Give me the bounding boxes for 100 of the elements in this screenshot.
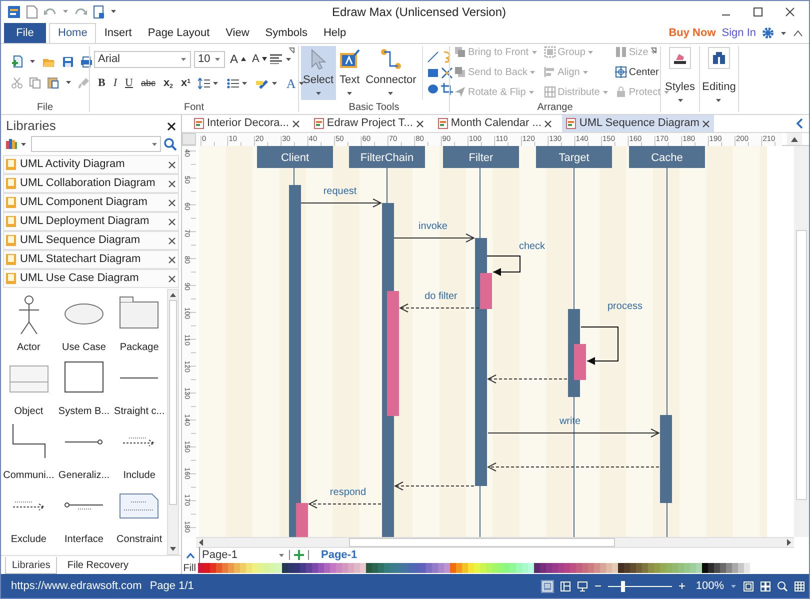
font-color-button[interactable]: A: [286, 74, 296, 94]
close-icon[interactable]: [544, 120, 552, 128]
scroll-up-icon[interactable]: [790, 136, 799, 142]
ribbon-tab[interactable]: Help: [315, 23, 354, 43]
editing-button[interactable]: Editing: [702, 79, 736, 102]
shrink-font-button[interactable]: A: [252, 54, 260, 65]
shape-item[interactable]: Constraint: [116, 532, 162, 547]
shape-item[interactable]: Include: [123, 468, 156, 483]
library-item[interactable]: UML Collaboration Diagram: [3, 174, 179, 193]
zoom-in-icon[interactable]: [678, 582, 686, 590]
close-icon[interactable]: [168, 180, 176, 188]
shape-item[interactable]: Actor: [16, 340, 40, 355]
bullets-icon[interactable]: [227, 78, 240, 89]
caret-icon[interactable]: [298, 81, 305, 86]
caret-icon[interactable]: [780, 30, 787, 36]
caret-icon[interactable]: [271, 81, 278, 86]
ribbon-tab[interactable]: Home: [49, 23, 96, 43]
library-menu-icon[interactable]: [5, 138, 18, 150]
zoom-search-icon[interactable]: [777, 580, 788, 592]
library-item[interactable]: UML Sequence Diagram: [3, 231, 179, 250]
fit-width-icon[interactable]: [760, 580, 771, 592]
font-name-dropdown[interactable]: Arial: [94, 50, 191, 68]
file-tab[interactable]: File: [4, 23, 46, 43]
caret-icon[interactable]: [65, 80, 72, 85]
ribbon-tab[interactable]: Insert: [96, 23, 140, 43]
shape-item[interactable]: Use Case: [62, 340, 106, 355]
new-icon[interactable]: [11, 55, 23, 68]
close-icon[interactable]: [168, 160, 176, 168]
grid-view-icon[interactable]: [794, 580, 805, 592]
rectangle-shape-icon[interactable]: [427, 67, 440, 79]
close-icon[interactable]: [168, 256, 176, 264]
caret-icon[interactable]: [346, 90, 354, 96]
ribbon-tab[interactable]: View: [218, 23, 258, 43]
fit-page-icon[interactable]: [743, 580, 754, 592]
ellipse-shape-icon[interactable]: [427, 83, 440, 95]
binoculars-icon[interactable]: [708, 47, 730, 69]
caret-icon[interactable]: [20, 142, 27, 146]
caret-icon[interactable]: [29, 59, 36, 64]
close-icon[interactable]: [168, 274, 176, 282]
search-icon[interactable]: [163, 137, 177, 151]
tool-button[interactable]: Text: [336, 46, 363, 100]
underline-button[interactable]: U: [125, 75, 133, 92]
close-icon[interactable]: [168, 218, 176, 226]
document-icon[interactable]: [93, 4, 105, 18]
shape-item[interactable]: Object: [14, 404, 44, 419]
close-icon[interactable]: [785, 6, 795, 16]
maximize-icon[interactable]: [753, 6, 763, 16]
add-page-icon[interactable]: [294, 550, 304, 560]
line-shape-icon[interactable]: [427, 51, 440, 63]
ribbon-tab[interactable]: Symbols: [257, 23, 316, 43]
document-tab[interactable]: UML Sequence Diagram: [562, 115, 714, 132]
collapse-ribbon-icon[interactable]: [793, 29, 803, 37]
library-item[interactable]: UML Activity Diagram: [3, 155, 179, 174]
caret-icon[interactable]: [110, 9, 117, 14]
caret-icon[interactable]: [715, 98, 722, 102]
new-document-icon[interactable]: [26, 4, 38, 18]
shape-item[interactable]: Exclude: [10, 532, 46, 547]
ribbon-tab[interactable]: Page Layout: [140, 23, 218, 43]
paste-icon[interactable]: [47, 76, 59, 89]
shape-item[interactable]: Package: [120, 340, 159, 355]
font-size-dropdown[interactable]: 10: [194, 50, 225, 68]
library-item[interactable]: UML Deployment Diagram: [3, 212, 179, 231]
close-icon[interactable]: [416, 120, 424, 128]
close-icon[interactable]: [168, 236, 176, 244]
library-item[interactable]: UML Component Diagram: [3, 193, 179, 212]
zoom-slider[interactable]: [608, 580, 672, 592]
close-icon[interactable]: [167, 122, 176, 130]
slider-thumb[interactable]: [620, 580, 625, 592]
shape-item[interactable]: Interface: [64, 532, 104, 547]
shape-item[interactable]: System B...: [58, 404, 110, 419]
cross-point-icon[interactable]: [441, 67, 454, 79]
dialog-launcher-icon[interactable]: [650, 47, 657, 54]
library-item[interactable]: UML Statechart Diagram: [3, 250, 179, 269]
document-tab[interactable]: Interior Decora...: [190, 115, 304, 132]
color-palette[interactable]: [198, 563, 750, 573]
arrange-command[interactable]: Center: [614, 64, 670, 80]
tool-button[interactable]: Connector: [364, 46, 418, 100]
close-icon[interactable]: [702, 120, 710, 128]
crop-icon[interactable]: [441, 83, 454, 95]
sign-in-link[interactable]: Sign In: [722, 24, 756, 42]
search-field[interactable]: [31, 136, 161, 152]
caret-icon[interactable]: [212, 81, 220, 86]
italic-button[interactable]: I: [113, 75, 118, 92]
tool-button[interactable]: Select: [301, 46, 336, 100]
save-icon[interactable]: [62, 56, 74, 68]
outline-view-icon[interactable]: [560, 580, 571, 592]
panel-tab[interactable]: File Recovery: [61, 557, 134, 574]
collapse-up-icon[interactable]: [186, 552, 195, 558]
copy-icon[interactable]: [29, 76, 41, 88]
document-tab[interactable]: Month Calendar ...: [434, 115, 556, 132]
shape-item[interactable]: Straight c...: [114, 404, 165, 419]
vertical-scrollbar[interactable]: [794, 146, 809, 537]
shape-item[interactable]: Generaliz...: [58, 468, 110, 483]
close-icon[interactable]: [292, 120, 300, 128]
grow-font-button[interactable]: A: [230, 53, 238, 66]
bold-button[interactable]: B: [98, 75, 106, 92]
horizontal-scrollbar[interactable]: [196, 537, 794, 548]
scrollbar[interactable]: [167, 289, 179, 555]
panel-tab[interactable]: Libraries: [5, 557, 58, 574]
presentation-icon[interactable]: [576, 580, 588, 592]
